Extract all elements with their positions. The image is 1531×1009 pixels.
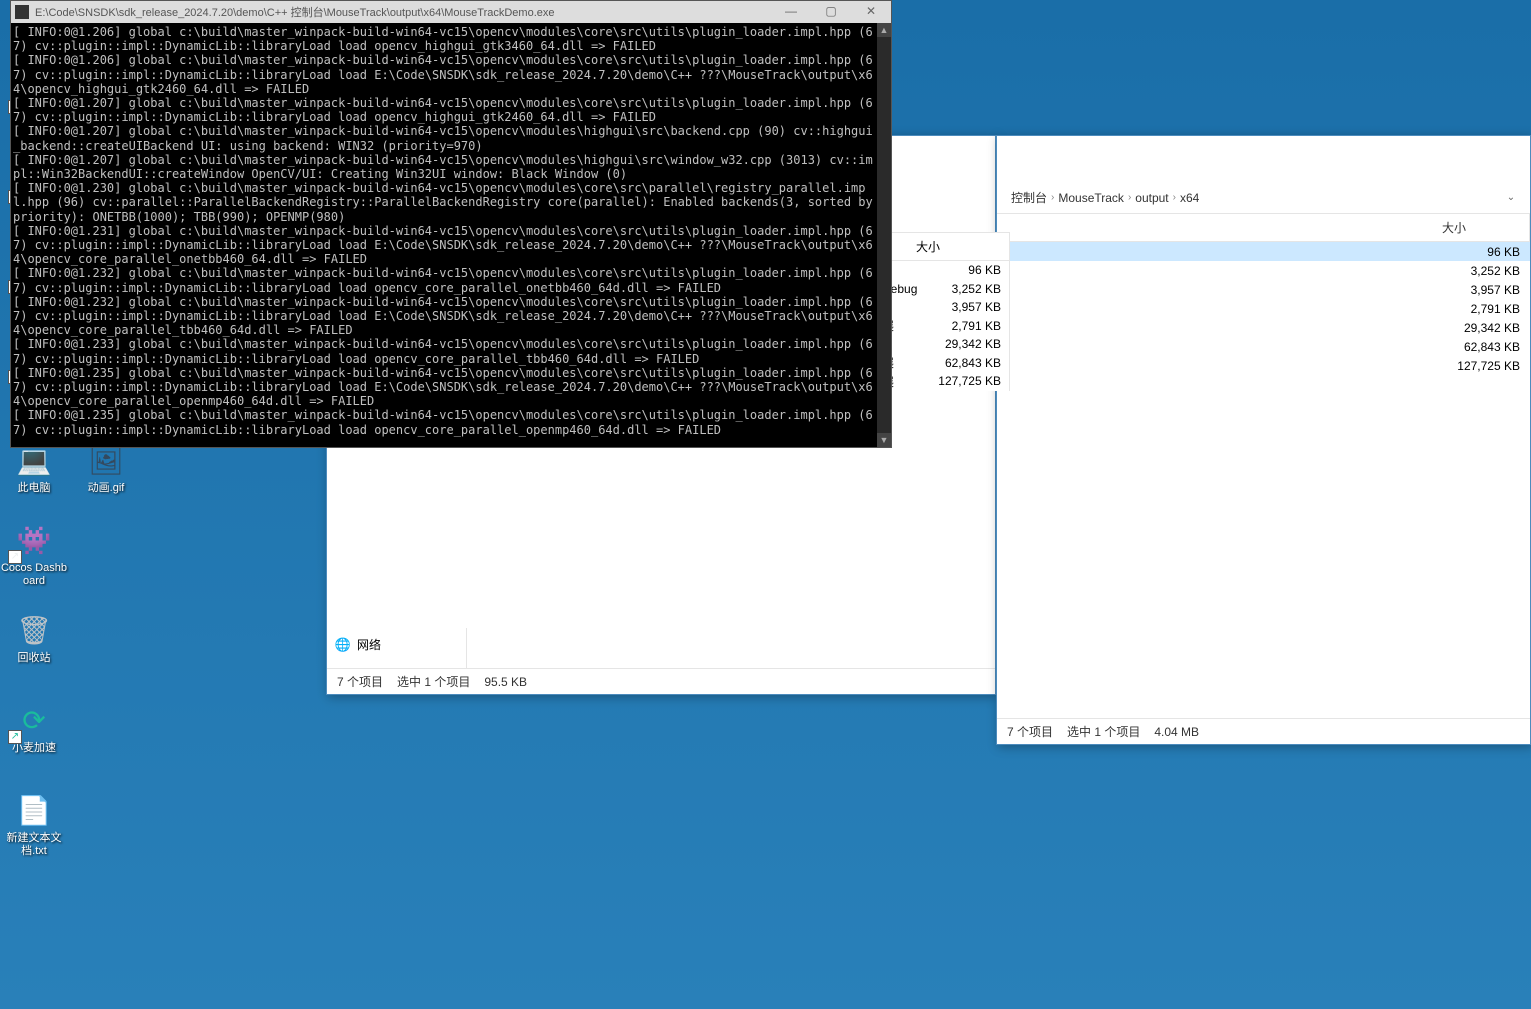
file-size: 62,843 KB: [918, 356, 1009, 370]
table-row[interactable]: Debug3,252 KB: [878, 280, 1009, 299]
table-row[interactable]: 展2,791 KB: [878, 317, 1009, 336]
app-icon: 👾↗: [14, 520, 54, 560]
table-row[interactable]: 62,843 KB: [997, 337, 1530, 356]
console-window[interactable]: E:\Code\SNSDK\sdk_release_2024.7.20\demo…: [10, 0, 892, 448]
status-bar: 7 个项目 选中 1 个项目 4.04 MB: [997, 718, 1530, 744]
status-count: 7 个项目: [1007, 723, 1053, 740]
icon-label: 回收站: [0, 652, 68, 665]
file-size: 29,342 KB: [1434, 321, 1530, 335]
shortcut-arrow-icon: ↗: [8, 730, 22, 744]
table-row[interactable]: 2,791 KB: [997, 299, 1530, 318]
crumb[interactable]: x64: [1176, 191, 1203, 205]
shortcut-arrow-icon: ↗: [8, 550, 22, 564]
table-row[interactable]: 127,725 KB: [997, 356, 1530, 375]
app-icon: ⟳↗: [14, 700, 54, 740]
minimize-button[interactable]: —: [771, 1, 811, 23]
file-size: 127,725 KB: [918, 374, 1009, 388]
desktop-icon[interactable]: ⟳↗小麦加速: [0, 700, 68, 755]
file-size: 62,843 KB: [1434, 340, 1530, 354]
status-selected: 选中 1 个项目: [1067, 723, 1140, 740]
explorer-nav[interactable]: 🌐 网络: [327, 628, 467, 668]
nav-label: 网络: [357, 636, 381, 653]
crumb[interactable]: 控制台: [1007, 189, 1051, 206]
icon-label: 新建文本文档.txt: [0, 832, 68, 858]
desktop-icon[interactable]: 🗑 回收站: [0, 610, 68, 665]
file-size: 3,957 KB: [1434, 283, 1530, 297]
file-size: 3,252 KB: [1434, 264, 1530, 278]
icon-label: Cocos Dashboard: [0, 562, 68, 588]
file-size: 96 KB: [918, 263, 1009, 277]
table-row[interactable]: 3,957 KB: [878, 298, 1009, 317]
nav-item-network[interactable]: 🌐 网络: [331, 634, 462, 655]
icon-label: 此电脑: [0, 482, 68, 495]
desktop-icon[interactable]: 💻此电脑: [0, 440, 68, 495]
desktop-icon[interactable]: 🖼动画.gif: [72, 440, 140, 495]
table-row[interactable]: 96 KB: [997, 242, 1530, 261]
file-size: 3,252 KB: [918, 282, 1009, 296]
table-row[interactable]: 29,342 KB: [878, 335, 1009, 354]
column-headers[interactable]: 大小: [997, 214, 1530, 242]
file-size: 29,342 KB: [918, 337, 1009, 351]
status-count: 7 个项目: [337, 673, 383, 690]
status-selected: 选中 1 个项目: [397, 673, 470, 690]
breadcrumb[interactable]: 控制台 › MouseTrack › output › x64 ⌄: [997, 182, 1530, 214]
crumb[interactable]: output: [1131, 191, 1172, 205]
network-icon: 🌐: [335, 637, 351, 653]
icon-label: 动画.gif: [72, 482, 140, 495]
crumb[interactable]: MouseTrack: [1054, 191, 1128, 205]
app-icon: [15, 5, 29, 19]
console-output[interactable]: [ INFO:0@1.206] global c:\build\master_w…: [11, 23, 877, 447]
app-icon: 📄: [14, 790, 54, 830]
file-size: 127,725 KB: [1434, 359, 1530, 373]
file-explorer-right[interactable]: 控制台 › MouseTrack › output › x64 ⌄ 大小 96 …: [996, 135, 1531, 745]
maximize-button[interactable]: ▢: [811, 1, 851, 23]
status-bar: 7 个项目 选中 1 个项目 95.5 KB: [327, 668, 995, 694]
table-row[interactable]: 展127,725 KB: [878, 372, 1009, 391]
scroll-down-icon[interactable]: ▼: [877, 433, 891, 447]
title-bar[interactable]: E:\Code\SNSDK\sdk_release_2024.7.20\demo…: [11, 1, 891, 23]
table-row[interactable]: 29,342 KB: [997, 318, 1530, 337]
window-title: E:\Code\SNSDK\sdk_release_2024.7.20\demo…: [35, 4, 771, 20]
close-button[interactable]: ✕: [851, 1, 891, 23]
table-row[interactable]: 3,252 KB: [997, 261, 1530, 280]
status-size: 4.04 MB: [1154, 725, 1199, 739]
table-row[interactable]: 3,957 KB: [997, 280, 1530, 299]
desktop-icon[interactable]: 👾↗Cocos Dashboard: [0, 520, 68, 588]
file-list-left-visible[interactable]: 大小 96 KB Debug3,252 KB3,957 KB 展2,791 KB29…: [878, 232, 1010, 391]
file-size: 2,791 KB: [1434, 302, 1530, 316]
app-icon: 🗑: [14, 610, 54, 650]
scroll-up-icon[interactable]: ▲: [877, 23, 891, 37]
file-size: 2,791 KB: [918, 319, 1009, 333]
file-size: 96 KB: [1434, 245, 1530, 259]
col-size[interactable]: 大小: [910, 238, 1009, 255]
col-size[interactable]: 大小: [1434, 214, 1530, 241]
file-list[interactable]: 96 KB 3,252 KB 3,957 KB 2,791 KB 29,342 KB 62…: [997, 242, 1530, 718]
table-row[interactable]: 展62,843 KB: [878, 354, 1009, 373]
scrollbar[interactable]: ▲ ▼: [877, 23, 891, 447]
table-row[interactable]: 96 KB: [878, 261, 1009, 280]
chevron-down-icon[interactable]: ⌄: [1502, 192, 1520, 203]
status-size: 95.5 KB: [484, 675, 527, 689]
desktop-icon[interactable]: 📄新建文本文档.txt: [0, 790, 68, 858]
file-size: 3,957 KB: [918, 300, 1009, 314]
